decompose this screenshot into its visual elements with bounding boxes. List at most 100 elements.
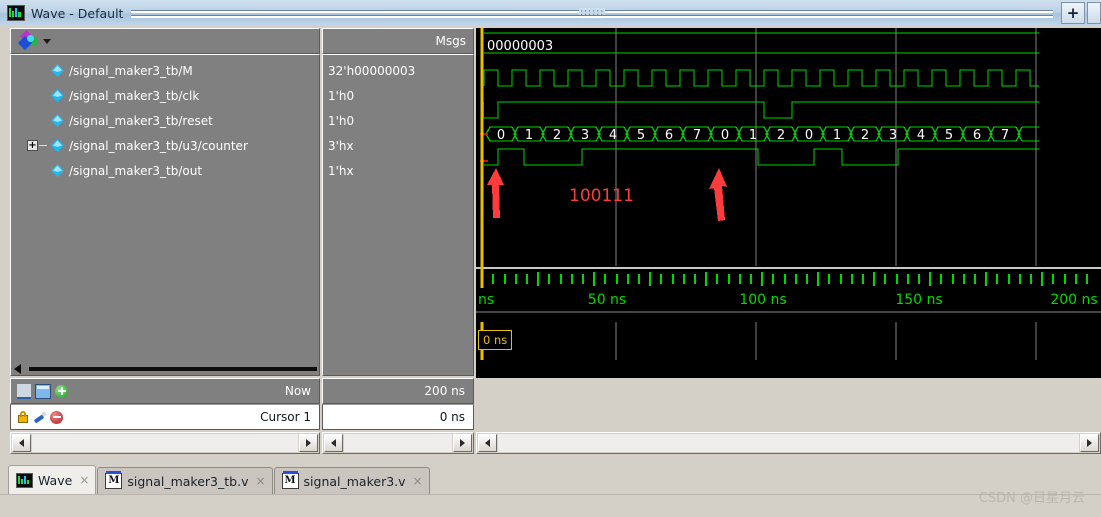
- names-inner-scrollbar[interactable]: [13, 364, 317, 374]
- chevron-down-icon[interactable]: [43, 39, 51, 44]
- cursor-value: 0 ns: [439, 410, 465, 424]
- svg-text:4: 4: [609, 128, 617, 143]
- values-scroll-track[interactable]: [344, 434, 452, 452]
- tab-close-icon[interactable]: ×: [413, 475, 423, 487]
- now-toolbar[interactable]: [17, 383, 68, 399]
- tab-label: signal_maker3.v: [303, 473, 406, 489]
- ruler-icon[interactable]: [17, 383, 31, 399]
- remove-icon[interactable]: [50, 410, 63, 424]
- signal-row-reset[interactable]: /signal_maker3_tb/reset: [11, 108, 319, 133]
- now-value: 200 ns: [424, 384, 465, 398]
- svg-text:3: 3: [581, 128, 589, 143]
- add-icon[interactable]: [55, 384, 68, 398]
- value-row-clk: 1'h0: [323, 83, 473, 108]
- now-row: Now: [10, 378, 320, 404]
- edit-icon[interactable]: [33, 411, 46, 424]
- scroll-left-icon[interactable]: [324, 434, 343, 452]
- scroll-right-icon[interactable]: [453, 434, 472, 452]
- lock-icon[interactable]: [17, 411, 29, 423]
- time-ruler[interactable]: ns 50 ns 100 ns . . 150 ns 200 ns: [476, 266, 1101, 322]
- now-value-cell: 200 ns: [322, 378, 474, 404]
- svg-text:0: 0: [497, 128, 505, 143]
- value-label: 3'hx: [328, 138, 354, 153]
- modelsim-wave-window: Wave - Default :::::: + /signal_maker3_t…: [0, 0, 1101, 517]
- wave-icon: [16, 472, 33, 488]
- wave-scroll-track[interactable]: [498, 434, 1079, 452]
- values-header: Msgs: [322, 28, 474, 54]
- cursor-time-badge[interactable]: 0 ns: [478, 330, 513, 350]
- tick-label-0: ns: [478, 292, 494, 308]
- signal-values-column: Msgs 32'h00000003 1'h0 1'h0 3'hx 1'hx: [322, 28, 474, 376]
- cursor-toolbar[interactable]: [17, 410, 63, 424]
- scroll-right-icon[interactable]: [1080, 434, 1099, 452]
- value-row-M: 32'h00000003: [323, 58, 473, 83]
- value-row-out: 1'hx: [323, 158, 473, 183]
- waveform-column: 00000003 0 1 2 3 4 5 6 7 0 1 2 0 1 2 3 4…: [476, 28, 1101, 378]
- window-icon[interactable]: [35, 383, 51, 399]
- wave-main-pane: /signal_maker3_tb/M /signal_maker3_tb/cl…: [0, 26, 1101, 460]
- watermark: CSDN @日星月云: [978, 491, 1085, 506]
- value-label: 1'hx: [328, 163, 354, 178]
- values-hscrollbar[interactable]: [322, 432, 474, 454]
- tab-wave[interactable]: Wave ×: [8, 465, 97, 494]
- svg-text:0: 0: [805, 128, 813, 143]
- signal-row-clk[interactable]: /signal_maker3_tb/clk: [11, 83, 319, 108]
- grip-dots: ::::::: [579, 8, 606, 19]
- tick-label-150: 150 ns: [895, 292, 942, 308]
- signal-diamond-icon: [51, 139, 64, 152]
- signal-row-M[interactable]: /signal_maker3_tb/M: [11, 58, 319, 83]
- signal-name-label: /signal_maker3_tb/clk: [69, 88, 200, 103]
- waveform-canvas[interactable]: 00000003 0 1 2 3 4 5 6 7 0 1 2 0 1 2 3 4…: [476, 28, 1101, 378]
- close-button[interactable]: [1087, 2, 1101, 24]
- tab-close-icon[interactable]: ×: [255, 475, 265, 487]
- value-row-reset: 1'h0: [323, 108, 473, 133]
- svg-text:3: 3: [889, 128, 897, 143]
- signal-names-header: [10, 28, 320, 54]
- signal-diamond-icon: [51, 114, 64, 127]
- signal-values-list[interactable]: 32'h00000003 1'h0 1'h0 3'hx 1'hx: [322, 54, 474, 376]
- tab-bar: Wave × M signal_maker3_tb.v × M signal_m…: [0, 462, 1101, 494]
- annotation-text: 100111: [569, 186, 634, 206]
- expand-counter-button[interactable]: +: [27, 140, 47, 151]
- cursor-value-cell[interactable]: 0 ns: [322, 404, 474, 430]
- waveform-drawing: 00000003 0 1 2 3 4 5 6 7 0 1 2 0 1 2 3 4…: [476, 28, 1101, 378]
- svg-text:4: 4: [917, 128, 925, 143]
- names-scroll-track[interactable]: [32, 434, 298, 452]
- names-hscrollbar[interactable]: [10, 432, 320, 454]
- tick-label-50: 50 ns: [588, 292, 626, 308]
- scroll-left-icon[interactable]: [478, 434, 497, 452]
- signal-name-label: /signal_maker3_tb/M: [69, 63, 193, 78]
- svg-text:1: 1: [749, 128, 757, 143]
- window-titlebar: Wave - Default :::::: +: [0, 0, 1101, 27]
- cursor-label: Cursor 1: [260, 410, 311, 424]
- status-strip: [0, 494, 1101, 517]
- signal-names-list[interactable]: /signal_maker3_tb/M /signal_maker3_tb/cl…: [10, 54, 320, 376]
- tab-close-icon[interactable]: ×: [79, 474, 89, 486]
- svg-text:6: 6: [665, 128, 673, 143]
- signal-name-label: /signal_maker3_tb/reset: [69, 113, 213, 128]
- tab-label: Wave: [38, 472, 73, 488]
- signal-row-counter[interactable]: + /signal_maker3_tb/u3/counter: [11, 133, 319, 158]
- tick-label-200: 200 ns: [1050, 292, 1097, 308]
- window-title: Wave - Default: [31, 5, 124, 21]
- signal-row-out[interactable]: /signal_maker3_tb/out: [11, 158, 319, 183]
- scroll-left-icon[interactable]: [12, 434, 31, 452]
- objects-icon[interactable]: [17, 30, 51, 51]
- tab-signal-maker3-tb-v[interactable]: M signal_maker3_tb.v ×: [97, 467, 273, 494]
- svg-text:6: 6: [973, 128, 981, 143]
- value-label: 1'h0: [328, 88, 355, 103]
- scroll-right-icon[interactable]: [299, 434, 318, 452]
- signal-name-label: /signal_maker3_tb/out: [69, 163, 203, 178]
- svg-text:7: 7: [1001, 128, 1009, 143]
- scroll-left-icon[interactable]: [14, 364, 21, 374]
- wave-icon: [7, 5, 25, 21]
- value-label: 32'h00000003: [328, 63, 416, 78]
- signal-diamond-icon: [51, 164, 64, 177]
- dock-button[interactable]: +: [1061, 2, 1085, 24]
- titlebar-grip[interactable]: ::::::: [131, 7, 1053, 19]
- tab-signal-maker3-v[interactable]: M signal_maker3.v ×: [273, 467, 430, 494]
- wave-hscrollbar[interactable]: [476, 432, 1101, 454]
- svg-text:5: 5: [945, 128, 953, 143]
- cursor-row[interactable]: Cursor 1: [10, 404, 320, 430]
- svg-text:1: 1: [525, 128, 533, 143]
